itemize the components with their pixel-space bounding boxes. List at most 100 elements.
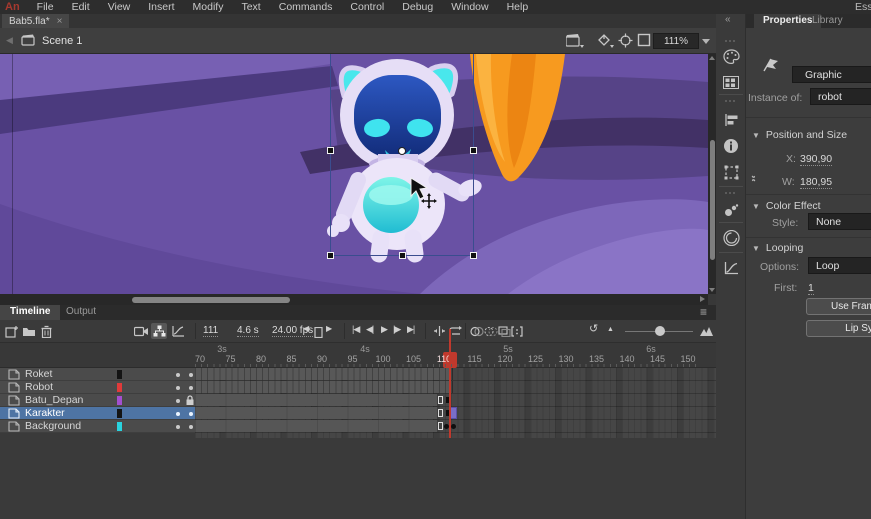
layer-visibility-dot[interactable] — [176, 373, 180, 377]
horizontal-scrollbar-thumb[interactable] — [132, 297, 290, 303]
frames-row-robot[interactable] — [195, 381, 716, 394]
layer-row-batu-depan[interactable]: Batu_Depan — [0, 394, 195, 407]
layer-depth-graph-toggle[interactable] — [170, 323, 186, 339]
menu-insert[interactable]: Insert — [139, 1, 183, 13]
section-looping[interactable]: ▼Looping — [752, 242, 803, 254]
layer-name[interactable]: Karakter — [25, 407, 65, 419]
step-back-one-frame-button[interactable]: ◀| — [366, 324, 373, 335]
info-panel-icon[interactable] — [721, 136, 741, 156]
keyframe-icon[interactable] — [451, 424, 456, 429]
layer-lock-dot[interactable] — [189, 386, 193, 390]
new-layer-button[interactable] — [4, 323, 20, 339]
layer-lock-dot[interactable] — [189, 425, 193, 429]
selected-frame-highlight[interactable] — [450, 407, 457, 419]
current-frame-readout[interactable]: 111 — [203, 325, 218, 337]
selection-handle-right[interactable] — [470, 147, 477, 154]
color-panel-icon[interactable] — [721, 46, 741, 66]
loop-prev-keyframe-icon[interactable]: ◀ — [303, 324, 308, 333]
layer-name[interactable]: Batu_Depan — [25, 394, 83, 406]
w-value[interactable]: 180,95 — [800, 176, 832, 189]
loop-next-keyframe-icon[interactable]: ▶ — [326, 324, 331, 333]
frame-by-frame-span[interactable] — [195, 381, 453, 393]
menu-modify[interactable]: Modify — [184, 1, 233, 13]
selection-handle-left[interactable] — [327, 147, 334, 154]
align-panel-icon[interactable] — [721, 110, 741, 130]
menu-control[interactable]: Control — [341, 1, 393, 13]
layer-parenting-toggle[interactable] — [151, 323, 167, 339]
section-color-effect[interactable]: ▼Color Effect — [752, 200, 821, 212]
use-frame-picker-button[interactable]: Use Frame Picker — [806, 298, 871, 315]
center-playhead-button[interactable] — [431, 323, 447, 339]
section-position-and-size[interactable]: ▼Position and Size — [752, 129, 847, 141]
scene-name[interactable]: Scene 1 — [42, 35, 82, 47]
layer-row-karakter[interactable]: Karakter — [0, 407, 195, 420]
stage-canvas[interactable] — [0, 54, 708, 294]
instance-name-field[interactable]: robot — [810, 88, 871, 105]
menu-view[interactable]: View — [99, 1, 140, 13]
stage-vertical-scrollbar[interactable] — [708, 54, 716, 294]
loop-options-dropdown[interactable]: Loop — [808, 257, 871, 274]
layer-outline-color-swatch[interactable] — [117, 422, 122, 431]
layer-outline-color-swatch[interactable] — [117, 409, 122, 418]
center-stage-icon[interactable] — [618, 33, 633, 51]
frames-row-background[interactable] — [195, 420, 716, 433]
collapse-panels-icon[interactable]: « — [725, 14, 731, 25]
menu-window[interactable]: Window — [442, 1, 497, 13]
menu-help[interactable]: Help — [498, 1, 538, 13]
frames-row-karakter[interactable] — [195, 407, 716, 420]
layer-outline-color-swatch[interactable] — [117, 383, 122, 392]
zoom-dropdown-chevron-icon[interactable] — [702, 39, 710, 44]
menu-edit[interactable]: Edit — [63, 1, 99, 13]
brush-library-panel-icon[interactable] — [721, 200, 741, 220]
tab-timeline[interactable]: Timeline — [0, 305, 60, 320]
document-tab[interactable]: Bab5.fla* × — [2, 14, 69, 28]
layer-lock-dot[interactable] — [189, 412, 193, 416]
lip-syncing-button[interactable]: Lip Syncing — [806, 320, 871, 337]
section-collapse-icon[interactable]: ▼ — [752, 202, 760, 211]
play-button[interactable]: ▶ — [381, 324, 387, 335]
tab-library[interactable]: Library — [812, 15, 843, 26]
current-frame-box-icon[interactable] — [310, 324, 326, 340]
elapsed-time-readout[interactable]: 4.6 s — [237, 325, 259, 337]
frame-by-frame-span[interactable] — [195, 368, 453, 380]
new-folder-button[interactable] — [21, 323, 37, 339]
frame-span[interactable] — [195, 407, 437, 419]
scroll-up-arrow-icon[interactable] — [709, 56, 715, 60]
motion-editor-panel-icon[interactable] — [721, 258, 741, 278]
close-tab-icon[interactable]: × — [57, 16, 63, 27]
back-arrow-icon[interactable]: ◀ — [6, 35, 13, 46]
workspace-switcher[interactable]: Essentials — [855, 1, 871, 13]
frame-span[interactable] — [195, 420, 437, 432]
scroll-right-arrow-icon[interactable] — [700, 296, 705, 302]
panel-menu-icon[interactable]: ≡ — [700, 305, 707, 319]
tab-output[interactable]: Output — [66, 306, 96, 317]
layer-row-robot[interactable]: Robot — [0, 381, 195, 394]
frame-span[interactable] — [195, 394, 437, 406]
transform-panel-icon[interactable] — [721, 162, 741, 182]
reset-timeline-zoom-icon[interactable]: ↺ — [589, 322, 597, 335]
layer-visibility-dot[interactable] — [176, 412, 180, 416]
symbol-type-dropdown[interactable]: Graphic — [792, 66, 871, 83]
menu-commands[interactable]: Commands — [270, 1, 342, 13]
vertical-scrollbar-thumb[interactable] — [710, 140, 715, 260]
playhead-line[interactable] — [449, 329, 451, 438]
cc-libraries-panel-icon[interactable] — [721, 228, 741, 248]
modify-markers-button[interactable] — [509, 323, 525, 339]
section-collapse-icon[interactable]: ▼ — [752, 131, 760, 140]
swatches-panel-icon[interactable] — [721, 72, 741, 92]
step-forward-one-frame-button[interactable]: |▶ — [393, 324, 400, 335]
section-collapse-icon[interactable]: ▼ — [752, 244, 760, 253]
clip-to-stage-icon[interactable] — [637, 33, 651, 50]
scroll-down-arrow-icon[interactable] — [709, 288, 715, 292]
timeline-zoom-in-icon[interactable] — [698, 323, 714, 339]
layer-lock-dot[interactable] — [189, 373, 193, 377]
selection-handle-bottom-right[interactable] — [470, 252, 477, 259]
app-logo[interactable]: An — [0, 1, 28, 13]
layer-name[interactable]: Roket — [25, 368, 52, 380]
timeline-frames-area[interactable] — [195, 368, 716, 438]
lock-aspect-ratio-icon[interactable] — [746, 172, 761, 188]
menu-file[interactable]: File — [28, 1, 63, 13]
x-value[interactable]: 390,90 — [800, 153, 832, 166]
layer-outline-color-swatch[interactable] — [117, 396, 122, 405]
menu-text[interactable]: Text — [232, 1, 269, 13]
